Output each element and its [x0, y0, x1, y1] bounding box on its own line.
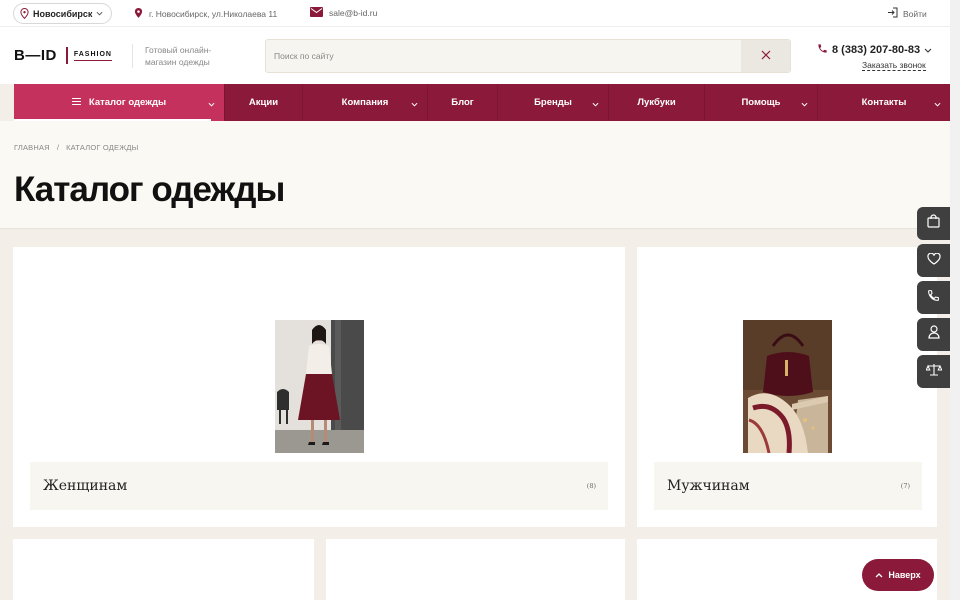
email-link[interactable]: sale@b-id.ru	[310, 7, 377, 19]
chevron-down-icon	[592, 99, 599, 110]
category-name: Мужчинам	[667, 478, 750, 494]
category-card[interactable]	[326, 539, 625, 600]
back-to-top-button[interactable]: Наверх	[862, 559, 934, 591]
nav-item-label: Блог	[451, 97, 474, 108]
nav-item-catalog[interactable]: Каталог одежды	[14, 84, 224, 121]
category-image-women	[275, 320, 364, 453]
category-count: (8)	[586, 482, 596, 490]
nav-item-help[interactable]: Помощь	[704, 84, 817, 121]
chevron-down-icon	[934, 99, 941, 110]
nav-item-label: Компания	[341, 97, 389, 108]
cart-icon	[927, 214, 940, 233]
store-address: г. Новосибирск, ул.Николаева 11	[134, 7, 277, 21]
category-label: Женщинам (8)	[30, 462, 608, 510]
page-header: Главная / Каталог одежды Каталог одежды	[0, 121, 950, 229]
chevron-down-icon	[801, 99, 808, 110]
category-count: (7)	[900, 482, 910, 490]
breadcrumb-separator: /	[56, 143, 60, 152]
city-selector[interactable]: Новосибирск	[13, 3, 113, 24]
scrollbar[interactable]	[950, 0, 960, 600]
search-input[interactable]	[266, 40, 742, 72]
breadcrumb-home[interactable]: Главная	[14, 143, 50, 152]
category-image-men	[743, 320, 832, 453]
category-card-men[interactable]: Мужчинам (7)	[637, 247, 937, 527]
mail-icon	[310, 7, 323, 19]
phone-link[interactable]: 8 (383) 207-80-83	[817, 43, 932, 57]
account-button[interactable]	[917, 318, 950, 351]
header-divider	[132, 44, 133, 68]
category-card[interactable]	[13, 539, 314, 600]
top-bar: Новосибирск г. Новосибирск, ул.Николаева…	[0, 0, 950, 27]
compare-button[interactable]	[917, 355, 950, 388]
login-link[interactable]: Войти	[887, 7, 927, 20]
page-title: Каталог одежды	[14, 170, 285, 209]
logo-mark: B—ID	[14, 47, 57, 64]
user-icon	[927, 325, 940, 344]
main-nav: Каталог одежды Акции Компания Блог Бренд…	[14, 84, 950, 121]
site-header: B—ID FASHION Готовый онлайн-магазин одеж…	[0, 27, 950, 84]
scales-icon	[924, 363, 943, 381]
heart-icon	[926, 252, 941, 270]
nav-item-label: Помощь	[741, 97, 781, 108]
nav-item-lookbooks[interactable]: Лукбуки	[608, 84, 704, 121]
chevron-up-icon	[875, 570, 883, 580]
nav-item-company[interactable]: Компания	[302, 84, 427, 121]
callback-link[interactable]: Заказать звонок	[862, 60, 926, 71]
tagline: Готовый онлайн-магазин одежды	[145, 45, 212, 67]
login-text: Войти	[903, 8, 927, 19]
nav-item-label: Лукбуки	[637, 97, 676, 108]
email-text: sale@b-id.ru	[329, 8, 378, 18]
nav-item-brands[interactable]: Бренды	[497, 84, 608, 121]
search-bar	[265, 39, 791, 73]
nav-item-label: Бренды	[534, 97, 572, 108]
close-icon	[761, 47, 771, 65]
chevron-down-icon	[411, 99, 418, 110]
nav-item-label: Каталог одежды	[88, 97, 167, 108]
nav-item-contacts[interactable]: Контакты	[817, 84, 950, 121]
nav-item-label: Контакты	[861, 97, 907, 108]
phone-icon	[927, 289, 940, 307]
phone-icon	[817, 43, 828, 57]
nav-item-promo[interactable]: Акции	[224, 84, 302, 121]
back-to-top-label: Наверх	[888, 570, 921, 580]
chevron-down-icon	[96, 11, 103, 16]
category-card-women[interactable]: Женщинам (8)	[13, 247, 625, 527]
menu-icon	[71, 97, 81, 108]
nav-item-label: Акции	[248, 97, 279, 108]
cart-button[interactable]	[917, 207, 950, 240]
call-button[interactable]	[917, 281, 950, 314]
address-text: г. Новосибирск, ул.Николаева 11	[149, 9, 278, 19]
map-pin-icon	[20, 8, 29, 19]
favorites-button[interactable]	[917, 244, 950, 277]
category-name: Женщинам	[43, 478, 128, 494]
map-pin-icon	[134, 7, 143, 21]
category-label: Мужчинам (7)	[654, 462, 922, 510]
logo[interactable]: B—ID FASHION	[14, 47, 112, 64]
nav-item-blog[interactable]: Блог	[427, 84, 497, 121]
breadcrumb-current: Каталог одежды	[66, 143, 139, 152]
logo-sub: FASHION	[73, 51, 112, 61]
logo-separator	[65, 47, 68, 64]
side-toolbar	[917, 207, 950, 392]
search-clear-button[interactable]	[741, 40, 790, 72]
phone-number: 8 (383) 207-80-83	[832, 44, 921, 56]
chevron-down-icon	[208, 99, 215, 110]
city-name: Новосибирск	[33, 8, 93, 19]
breadcrumb: Главная / Каталог одежды	[14, 143, 139, 152]
chevron-down-icon[interactable]	[924, 44, 932, 56]
login-icon	[887, 7, 898, 20]
